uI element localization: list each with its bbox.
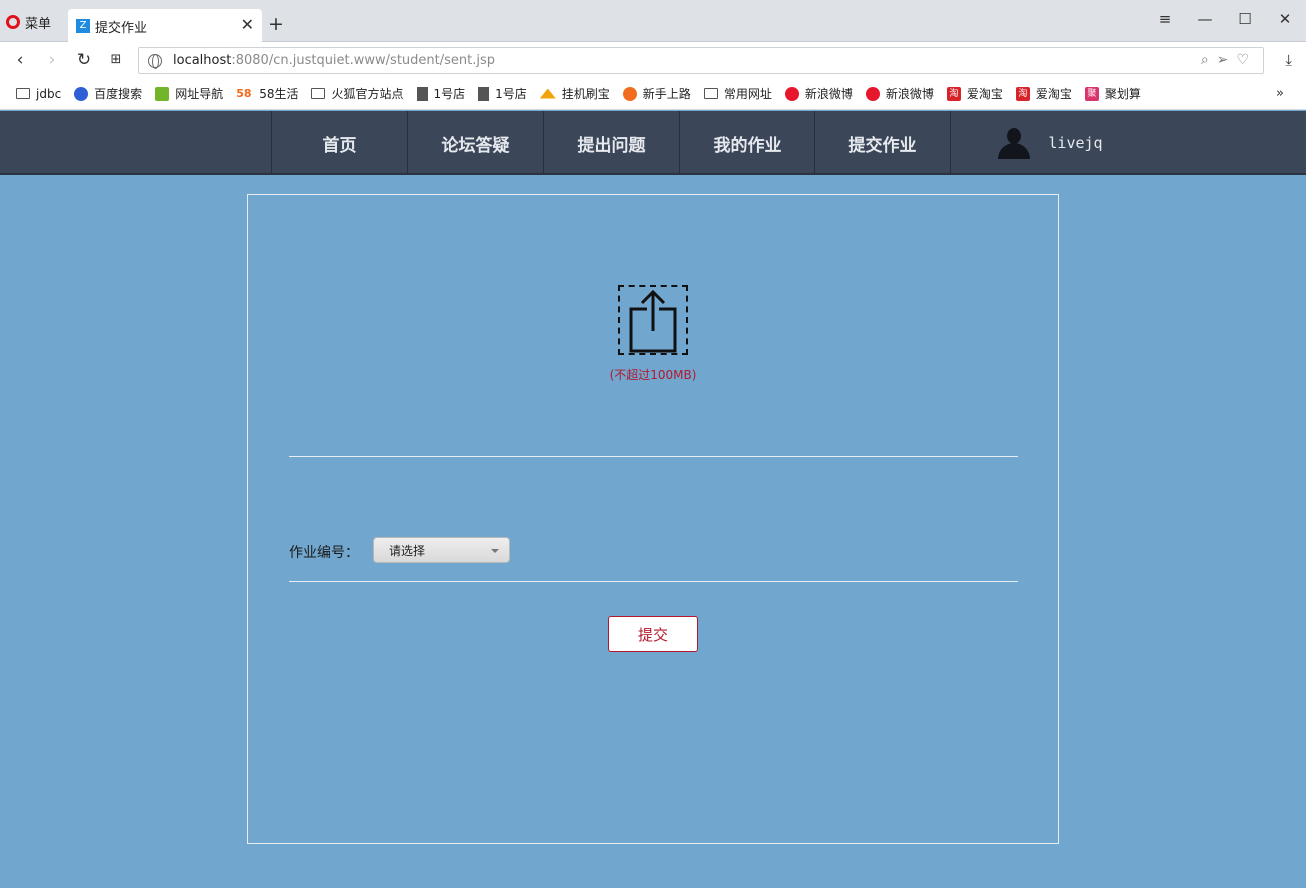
user-menu[interactable]: livejq [950,111,1150,175]
bookmark-item[interactable]: 百度搜索 [74,85,142,102]
search-icon[interactable]: ⌕ [1201,52,1209,68]
bookmark-item[interactable]: 新浪微博 [784,85,853,102]
bookmark-item[interactable]: 挂机刷宝 [539,85,610,102]
new-tab-icon[interactable]: + [268,14,284,34]
upload-icon [629,289,677,353]
bookmark-item[interactable]: 新浪微博 [865,85,934,102]
bookmark-item[interactable]: 58 58生活 [236,85,298,102]
download-icon[interactable]: ⤓ [1285,51,1292,69]
bookmark-item[interactable]: 1号店 [478,85,527,102]
url-input[interactable]: localhost:8080/cn.justquiet.www/student/… [138,47,1264,74]
baidu-icon [74,86,89,101]
bookmarks-overflow-icon[interactable]: » [1276,86,1284,101]
bookmark-item[interactable]: 火狐官方站点 [311,85,404,102]
bookmark-item[interactable]: jdbc [16,87,61,101]
chevron-down-icon [491,549,499,553]
bookmarks-bar: jdbc 百度搜索 网址导航 58 58生活 火狐官方站点 1号店 1号店 挂机刷… [0,78,1306,110]
minimize-icon[interactable]: — [1193,10,1217,28]
taobao-icon: 淘 [946,86,961,101]
homework-select-value: 请选择 [389,544,426,558]
site-nav: 首页 论坛答疑 提出问题 我的作业 提交作业 livejq [0,111,1306,175]
file-upload-button[interactable] [618,285,688,355]
bookmark-item[interactable]: 1号店 [416,85,465,102]
address-toolbar: ‹ › ↻ ⊞ localhost:8080/cn.justquiet.www/… [0,42,1306,78]
weibo-icon [784,86,799,101]
tab-menu-icon[interactable]: ≡ [1153,10,1177,28]
58-icon: 58 [236,86,254,101]
tab-title: 提交作业 [95,20,148,36]
nav-item-my-homework[interactable]: 我的作业 [679,111,815,175]
back-icon[interactable]: ‹ [10,50,30,70]
browser-tab-bar: 菜单 Z 提交作业 ✕ + ≡ — ☐ ✕ [0,0,1306,43]
divider [289,456,1018,457]
page-icon [478,86,490,101]
folder-icon [311,88,326,99]
url-path: :8080/cn.justquiet.www/student/sent.jsp [231,53,496,68]
globe-icon [148,53,162,69]
taobao-icon: 淘 [1015,86,1030,101]
heart-icon[interactable]: ♡ [1236,52,1249,68]
nav-item-home[interactable]: 首页 [271,111,407,175]
url-host: localhost [173,53,232,68]
upload-size-hint: (不超过100MB) [609,368,697,382]
tab-favicon-icon: Z [76,19,90,33]
username: livejq [1048,134,1103,152]
hao-icon [155,86,170,101]
bookmark-item[interactable]: 淘爱淘宝 [1015,85,1072,102]
page-icon [416,86,428,101]
bookmark-item[interactable]: 淘爱淘宝 [946,85,1003,102]
homework-number-select[interactable]: 请选择 [373,537,510,563]
forward-icon[interactable]: › [42,50,62,70]
divider [289,581,1018,582]
user-avatar-icon [998,128,1031,159]
opera-menu-button[interactable]: 菜单 [6,10,51,34]
maximize-icon[interactable]: ☐ [1233,10,1257,28]
bookmark-item[interactable]: 网址导航 [155,85,223,102]
speed-dial-icon[interactable]: ⊞ [106,50,126,70]
folder-icon [16,88,30,99]
weibo-icon [865,86,880,101]
nav-item-forum[interactable]: 论坛答疑 [407,111,543,175]
pma-icon [539,88,556,99]
close-window-icon[interactable]: ✕ [1273,10,1297,28]
submit-homework-panel: (不超过100MB) 作业编号： 请选择 提交 [247,194,1059,844]
menu-label: 菜单 [25,16,52,32]
bookmark-item[interactable]: 常用网址 [703,85,772,102]
submit-button[interactable]: 提交 [608,616,698,652]
nav-item-ask-question[interactable]: 提出问题 [543,111,679,175]
ju-icon: 聚 [1084,86,1099,101]
firefox-icon [622,86,637,101]
bookmark-item[interactable]: 聚聚划算 [1084,85,1141,102]
send-icon[interactable]: ➢ [1217,52,1229,68]
bookmark-item[interactable]: 新手上路 [622,85,691,102]
active-tab[interactable]: Z 提交作业 ✕ [68,9,262,43]
homework-number-label: 作业编号： [289,545,359,561]
nav-item-submit-homework[interactable]: 提交作业 [814,111,950,175]
tab-close-icon[interactable]: ✕ [241,17,254,33]
opera-logo-icon [6,15,20,29]
folder-icon [703,88,718,99]
reload-icon[interactable]: ↻ [74,50,94,70]
